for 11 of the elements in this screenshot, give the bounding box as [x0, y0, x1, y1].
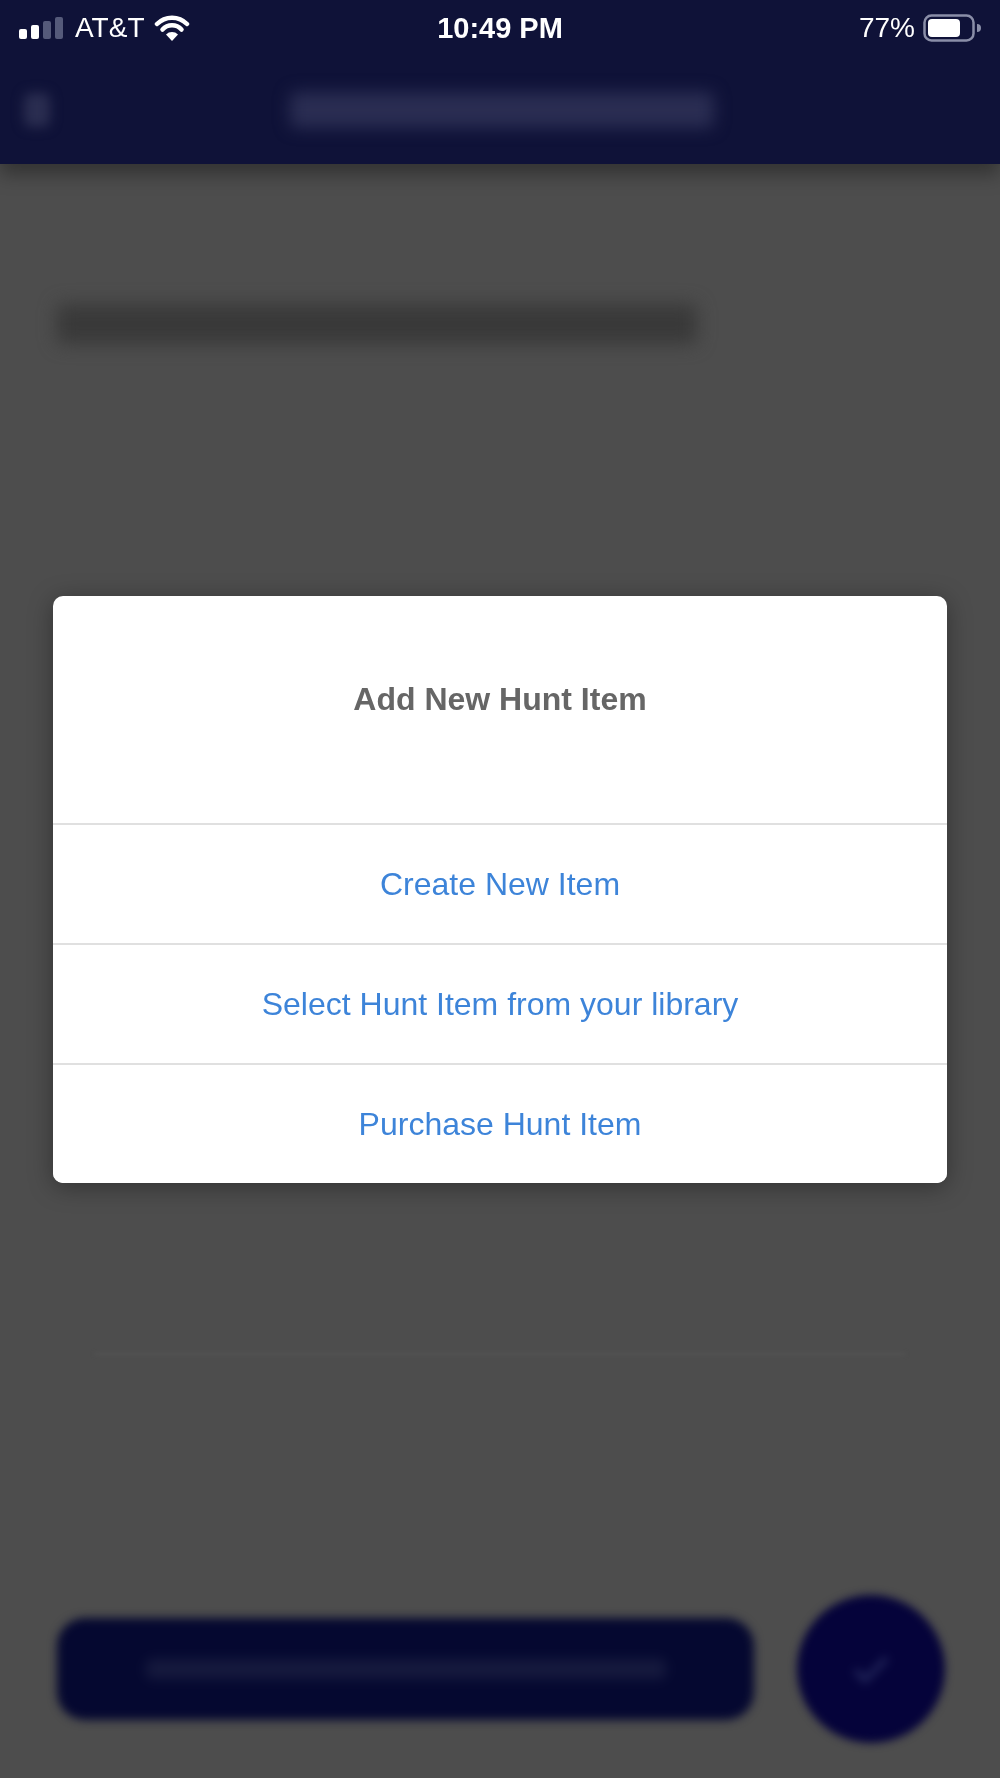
dialog-title: Add New Hunt Item: [353, 682, 647, 715]
dialog-option[interactable]: Purchase Hunt Item: [53, 1063, 947, 1183]
dialog-option[interactable]: Create New Item: [53, 823, 947, 943]
battery-icon: [923, 14, 981, 42]
clock-time: 10:49 PM: [437, 13, 563, 43]
signal-icon: [19, 17, 65, 39]
wifi-icon: [154, 15, 191, 41]
blurred-icon-drawing: [24, 93, 50, 127]
dialog-option[interactable]: Select Hunt Item from your library: [53, 943, 947, 1063]
carrier-name: AT&T: [75, 14, 145, 42]
battery-percent: 77%: [858, 14, 915, 42]
